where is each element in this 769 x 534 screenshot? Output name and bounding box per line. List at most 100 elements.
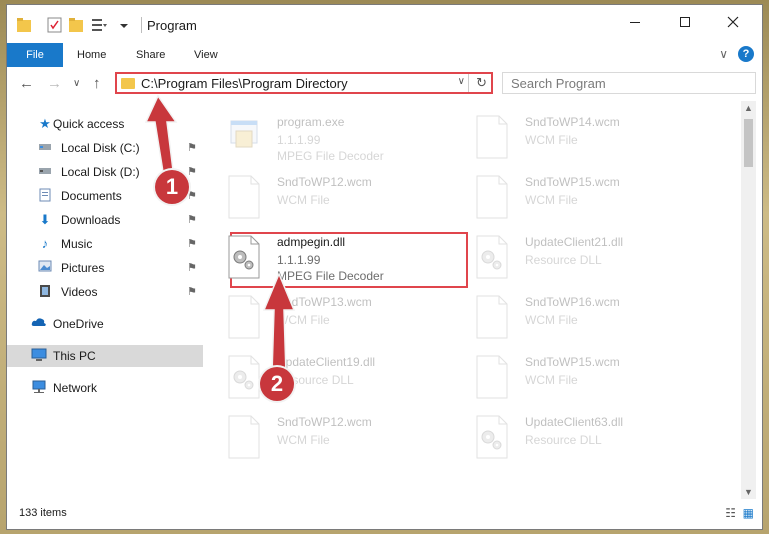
file-item[interactable]: SndToWP16.wcm WCM File bbox=[451, 289, 691, 349]
file-name: SndToWP16.wcm bbox=[525, 295, 620, 309]
drive-icon bbox=[37, 140, 53, 156]
file-item[interactable]: SndToWP13.wcm WCM File bbox=[203, 289, 443, 349]
sidebar-item-onedrive[interactable]: OneDrive bbox=[7, 313, 203, 335]
network-icon bbox=[31, 380, 47, 396]
star-icon: ★ bbox=[39, 116, 51, 131]
folder-icon bbox=[17, 18, 31, 32]
chevron-down-icon[interactable] bbox=[119, 17, 129, 33]
search-placeholder: Search Program bbox=[511, 76, 606, 91]
download-icon: ⬇ bbox=[39, 212, 51, 227]
file-icon bbox=[475, 355, 509, 399]
pc-icon bbox=[31, 348, 47, 364]
step-1-badge: 1 bbox=[155, 170, 189, 204]
help-icon[interactable]: ? bbox=[738, 46, 754, 62]
sidebar-item-downloads[interactable]: ⬇ Downloads ⚑ bbox=[7, 209, 203, 231]
minimize-button[interactable] bbox=[625, 15, 645, 33]
music-icon: ♪ bbox=[41, 236, 49, 251]
file-item[interactable]: SndToWP14.wcm WCM File bbox=[451, 109, 691, 169]
address-row: ← → ∨ ↑ C:\Program Files\Program Directo… bbox=[7, 67, 762, 101]
sidebar-item-network[interactable]: Network bbox=[7, 377, 203, 399]
file-detail: 1.1.1.99 bbox=[277, 133, 321, 147]
address-bar[interactable]: C:\Program Files\Program Directory ∨ ↻ bbox=[115, 72, 493, 94]
file-item[interactable]: UpdateClient63.dll Resource DLL bbox=[451, 409, 691, 469]
cloud-icon bbox=[31, 316, 47, 332]
scroll-up-icon[interactable]: ▲ bbox=[744, 103, 753, 113]
pin-icon[interactable]: ⚑ bbox=[187, 213, 197, 226]
sidebar-item-label: OneDrive bbox=[53, 317, 104, 331]
file-detail: Resource DLL bbox=[525, 433, 602, 447]
file-name: SndToWP14.wcm bbox=[525, 115, 620, 129]
file-name: SndToWP15.wcm bbox=[525, 355, 620, 369]
status-bar: 133 items ☷ ▦ bbox=[7, 499, 762, 529]
file-detail: MPEG File Decoder bbox=[277, 149, 384, 163]
file-detail: 1.1.1.99 bbox=[277, 253, 321, 267]
file-icon bbox=[475, 115, 509, 159]
up-arrow-icon[interactable]: ↑ bbox=[93, 75, 101, 92]
maximize-button[interactable] bbox=[675, 15, 695, 33]
file-item[interactable]: SndToWP15.wcm WCM File bbox=[451, 169, 691, 229]
pin-icon[interactable]: ⚑ bbox=[187, 285, 197, 298]
scroll-thumb[interactable] bbox=[744, 119, 753, 167]
properties-icon[interactable] bbox=[47, 17, 63, 33]
file-item[interactable]: program.exe 1.1.1.99 MPEG File Decoder bbox=[203, 109, 443, 169]
vertical-scrollbar[interactable]: ▲ ▼ bbox=[741, 101, 756, 499]
file-detail: WCM File bbox=[525, 373, 578, 387]
sidebar-item-music[interactable]: ♪ Music ⚑ bbox=[7, 233, 203, 255]
sidebar-item-label: Downloads bbox=[61, 213, 121, 227]
tab-file[interactable]: File bbox=[7, 43, 63, 67]
pictures-icon bbox=[37, 260, 53, 276]
file-item[interactable]: SndToWP12.wcm WCM File bbox=[203, 409, 443, 469]
file-detail: WCM File bbox=[525, 133, 578, 147]
new-folder-icon[interactable] bbox=[69, 17, 83, 33]
file-name: SndToWP12.wcm bbox=[277, 415, 372, 429]
title-bar: Program bbox=[7, 5, 762, 43]
sidebar-item-label: This PC bbox=[53, 349, 96, 363]
file-detail: WCM File bbox=[277, 433, 330, 447]
recent-locations-icon[interactable]: ∨ bbox=[73, 78, 80, 89]
explorer-window: Program File Home Share View ∨ ? ← → ∨ ↑… bbox=[6, 4, 763, 530]
address-divider bbox=[468, 74, 469, 92]
expand-ribbon-icon[interactable]: ∨ bbox=[719, 47, 728, 61]
sidebar-item-label: Music bbox=[61, 237, 93, 251]
file-name: UpdateClient21.dll bbox=[525, 235, 624, 249]
file-item[interactable]: SndToWP12.wcm WCM File bbox=[203, 169, 443, 229]
pin-icon[interactable]: ⚑ bbox=[187, 237, 197, 250]
file-detail: WCM File bbox=[525, 193, 578, 207]
file-item[interactable]: UpdateClient21.dll Resource DLL bbox=[451, 229, 691, 289]
drive-icon bbox=[37, 164, 53, 180]
close-button[interactable] bbox=[723, 15, 743, 33]
sidebar-item-label: Network bbox=[53, 381, 98, 395]
item-count: 133 items bbox=[19, 507, 67, 519]
sidebar-item-label: Quick access bbox=[53, 117, 125, 131]
tab-view[interactable]: View bbox=[194, 43, 218, 67]
refresh-icon[interactable]: ↻ bbox=[476, 75, 487, 91]
scroll-down-icon[interactable]: ▼ bbox=[744, 487, 753, 497]
sidebar-item-videos[interactable]: Videos ⚑ bbox=[7, 281, 203, 303]
tab-share[interactable]: Share bbox=[136, 43, 165, 67]
ribbon-tabs: File Home Share View ∨ ? bbox=[7, 43, 762, 68]
tiles-view-icon[interactable]: ▦ bbox=[743, 506, 754, 520]
file-item[interactable]: UpdateClient19.dll Resource DLL bbox=[203, 349, 443, 409]
back-arrow-icon[interactable]: ← bbox=[19, 75, 34, 92]
documents-icon bbox=[37, 188, 53, 204]
file-icon bbox=[227, 415, 261, 459]
address-path: C:\Program Files\Program Directory bbox=[141, 76, 348, 91]
chevron-down-icon[interactable]: ∨ bbox=[458, 76, 465, 87]
file-item[interactable]: admpegin.dll 1.1.1.99 MPEG File Decoder bbox=[203, 229, 443, 289]
details-view-icon[interactable]: ☷ bbox=[725, 506, 736, 520]
file-detail: Resource DLL bbox=[525, 253, 602, 267]
step-2-badge: 2 bbox=[260, 367, 294, 401]
pin-icon[interactable]: ⚑ bbox=[187, 261, 197, 274]
sidebar-item-label: Videos bbox=[61, 285, 98, 299]
sidebar-item-this-pc[interactable]: This PC bbox=[7, 345, 203, 367]
forward-arrow-icon[interactable]: → bbox=[47, 75, 62, 92]
sidebar-item-pictures[interactable]: Pictures ⚑ bbox=[7, 257, 203, 279]
file-item[interactable]: SndToWP15.wcm WCM File bbox=[451, 349, 691, 409]
file-name: SndToWP12.wcm bbox=[277, 175, 372, 189]
tab-home[interactable]: Home bbox=[77, 43, 106, 67]
dll-file-icon bbox=[475, 415, 509, 459]
customize-icon[interactable] bbox=[91, 17, 107, 33]
search-input[interactable]: Search Program bbox=[502, 72, 756, 94]
file-detail: WCM File bbox=[277, 193, 330, 207]
file-name: UpdateClient63.dll bbox=[525, 415, 624, 429]
